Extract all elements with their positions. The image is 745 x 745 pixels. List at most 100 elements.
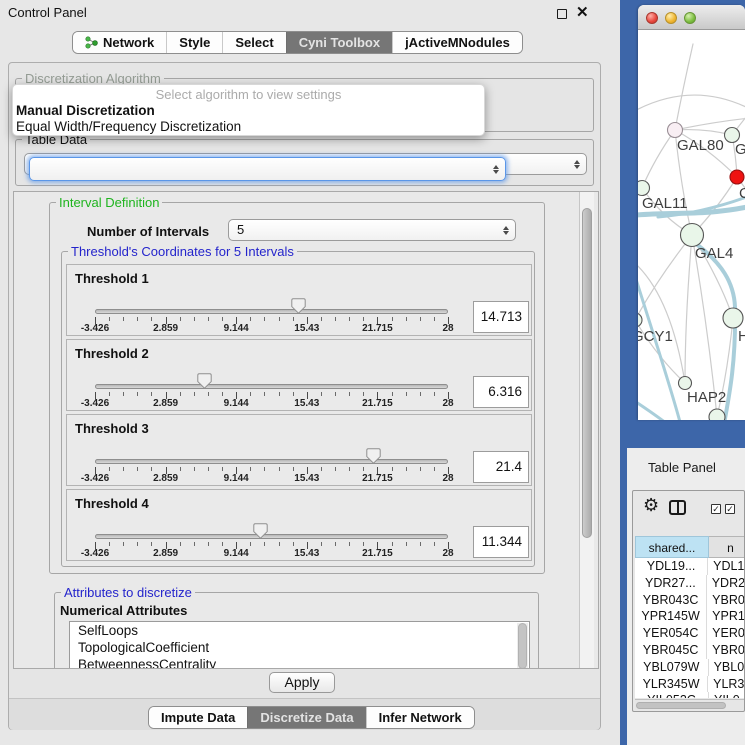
- node-gcy1[interactable]: [638, 313, 642, 327]
- network-window-titlebar[interactable]: [638, 5, 745, 30]
- tick-mark: [420, 542, 421, 546]
- tick-mark: [363, 392, 364, 396]
- table-scrollbar-thumb[interactable]: [636, 702, 726, 709]
- tick-label: 21.715: [362, 473, 393, 484]
- slider-thumb[interactable]: [291, 298, 306, 314]
- dropdown-option-equal-width-frequency-discretization[interactable]: Equal Width/Frequency Discretization: [13, 119, 484, 135]
- tab-jactivemnodules[interactable]: jActiveMNodules: [392, 32, 522, 53]
- apply-button[interactable]: Apply: [269, 672, 335, 693]
- slider-thumb[interactable]: [253, 523, 268, 539]
- table-rows: YDL19...YDL1YDR27...YDR2YBR043CYBR0YPR14…: [635, 558, 744, 698]
- tick-mark: [180, 392, 181, 396]
- threshold-label: Threshold 3: [75, 421, 149, 436]
- edge: [638, 95, 745, 114]
- slider-thumb[interactable]: [366, 448, 381, 464]
- top-tab-bar: NetworkStyleSelectCyni Toolbox jActiveMNo…: [72, 31, 523, 54]
- list-item-topologicalcoefficient[interactable]: TopologicalCoefficient: [70, 639, 529, 656]
- tick-mark: [123, 542, 124, 546]
- settings-scrollbar-thumb[interactable]: [582, 208, 592, 538]
- slider-track[interactable]: [95, 384, 448, 389]
- zoom-traffic-light[interactable]: [684, 12, 696, 24]
- threshold-value-field[interactable]: 11.344: [473, 526, 529, 558]
- settings-scroll-area: Interval Definition Number of Intervals …: [13, 191, 599, 669]
- column-header-name[interactable]: n: [709, 536, 745, 558]
- table-horizontal-scrollbar[interactable]: [635, 699, 744, 710]
- tick-mark: [349, 392, 350, 396]
- numerical-attributes-list[interactable]: SelfLoopsTopologicalCoefficientBetweenne…: [69, 621, 530, 669]
- tick-mark: [406, 317, 407, 321]
- network-canvas[interactable]: GAL80GACGAL11GAL4GCY1HHAP2: [638, 30, 745, 420]
- table-row[interactable]: YBL079WYBL0: [635, 659, 744, 676]
- float-window-icon[interactable]: [557, 9, 567, 19]
- table-row[interactable]: YPR145WYPR1: [635, 608, 744, 625]
- threshold-label: Threshold 4: [75, 496, 149, 511]
- checkbox-icon[interactable]: ✓: [711, 504, 721, 514]
- tick-label: 15.43: [294, 473, 319, 484]
- column-header-shared[interactable]: shared...: [635, 536, 709, 558]
- close-traffic-light[interactable]: [646, 12, 658, 24]
- tab-impute-data[interactable]: Impute Data: [149, 707, 247, 728]
- network-icon: [85, 36, 98, 49]
- threshold-panel-4: Threshold 4-3.4262.8599.14415.4321.71528…: [66, 489, 532, 561]
- table-row[interactable]: YBR045CYBR0: [635, 642, 744, 659]
- slider-track[interactable]: [95, 309, 448, 314]
- tab-discretize-data[interactable]: Discretize Data: [247, 707, 365, 728]
- threshold-value-field[interactable]: 6.316: [473, 376, 529, 408]
- table-row[interactable]: YDL19...YDL1: [635, 558, 744, 575]
- table-row[interactable]: YLR345WYLR3: [635, 676, 744, 693]
- tab-label: Discretize Data: [260, 707, 353, 728]
- tab-label: jActiveMNodules: [405, 32, 510, 53]
- node-gal4[interactable]: [681, 224, 704, 247]
- table-row[interactable]: YER054CYER0: [635, 625, 744, 642]
- list-item-selfloops[interactable]: SelfLoops: [70, 622, 529, 639]
- settings-vertical-scrollbar[interactable]: [579, 192, 594, 669]
- checkbox-icon[interactable]: ✓: [725, 504, 735, 514]
- tab-style[interactable]: Style: [166, 32, 222, 53]
- slider-track[interactable]: [95, 459, 448, 464]
- gear-icon[interactable]: ⚙: [643, 495, 659, 516]
- tick-mark: [420, 467, 421, 471]
- node-label: H: [738, 328, 745, 345]
- close-icon[interactable]: ✕: [576, 3, 589, 21]
- node-hap2[interactable]: [679, 377, 692, 390]
- slider-track[interactable]: [95, 534, 448, 539]
- cell-name: YIL0: [709, 692, 740, 698]
- tick-mark: [349, 317, 350, 321]
- table-row[interactable]: YBR043CYBR0: [635, 592, 744, 609]
- tick-mark: [151, 467, 152, 471]
- interval-definition-title: Interval Definition: [56, 195, 162, 210]
- table-row[interactable]: YIL052CYIL0: [635, 692, 744, 698]
- tick-mark: [363, 317, 364, 321]
- threshold-value-field[interactable]: 14.713: [473, 301, 529, 333]
- node-h[interactable]: [723, 308, 743, 328]
- tab-infer-network[interactable]: Infer Network: [366, 707, 474, 728]
- tab-network[interactable]: Network: [73, 32, 166, 53]
- tab-cyni-toolbox[interactable]: Cyni Toolbox: [286, 32, 392, 53]
- threshold-value-field[interactable]: 21.4: [473, 451, 529, 483]
- tick-mark: [137, 467, 138, 471]
- numerical-attributes-label: Numerical Attributes: [60, 603, 187, 618]
- minimize-traffic-light[interactable]: [665, 12, 677, 24]
- attributes-scrollbar-thumb[interactable]: [518, 623, 527, 669]
- node-gal80[interactable]: [668, 123, 683, 138]
- columns-icon[interactable]: [669, 500, 686, 515]
- list-item-betweennesscentrality[interactable]: BetweennessCentrality: [70, 656, 529, 669]
- node-red[interactable]: [730, 170, 744, 184]
- dropdown-option-manual-discretization[interactable]: Manual Discretization: [13, 103, 484, 119]
- tick-mark: [392, 317, 393, 321]
- table-row[interactable]: YDR27...YDR2: [635, 575, 744, 592]
- tick-label: -3.426: [81, 398, 109, 409]
- tick-mark: [151, 542, 152, 546]
- cell-shared-name: YER054C: [635, 625, 707, 642]
- node-gal11[interactable]: [638, 181, 650, 196]
- node-bottom[interactable]: [709, 409, 725, 420]
- attributes-scrollbar[interactable]: [517, 623, 528, 669]
- tick-mark: [406, 392, 407, 396]
- algorithm-select[interactable]: [29, 157, 506, 181]
- tab-select[interactable]: Select: [222, 32, 285, 53]
- slider-thumb[interactable]: [197, 373, 212, 389]
- cell-name: YLR3: [708, 676, 744, 693]
- number-of-intervals-select[interactable]: 5: [228, 219, 516, 241]
- tick-mark: [264, 392, 265, 396]
- tick-mark: [406, 467, 407, 471]
